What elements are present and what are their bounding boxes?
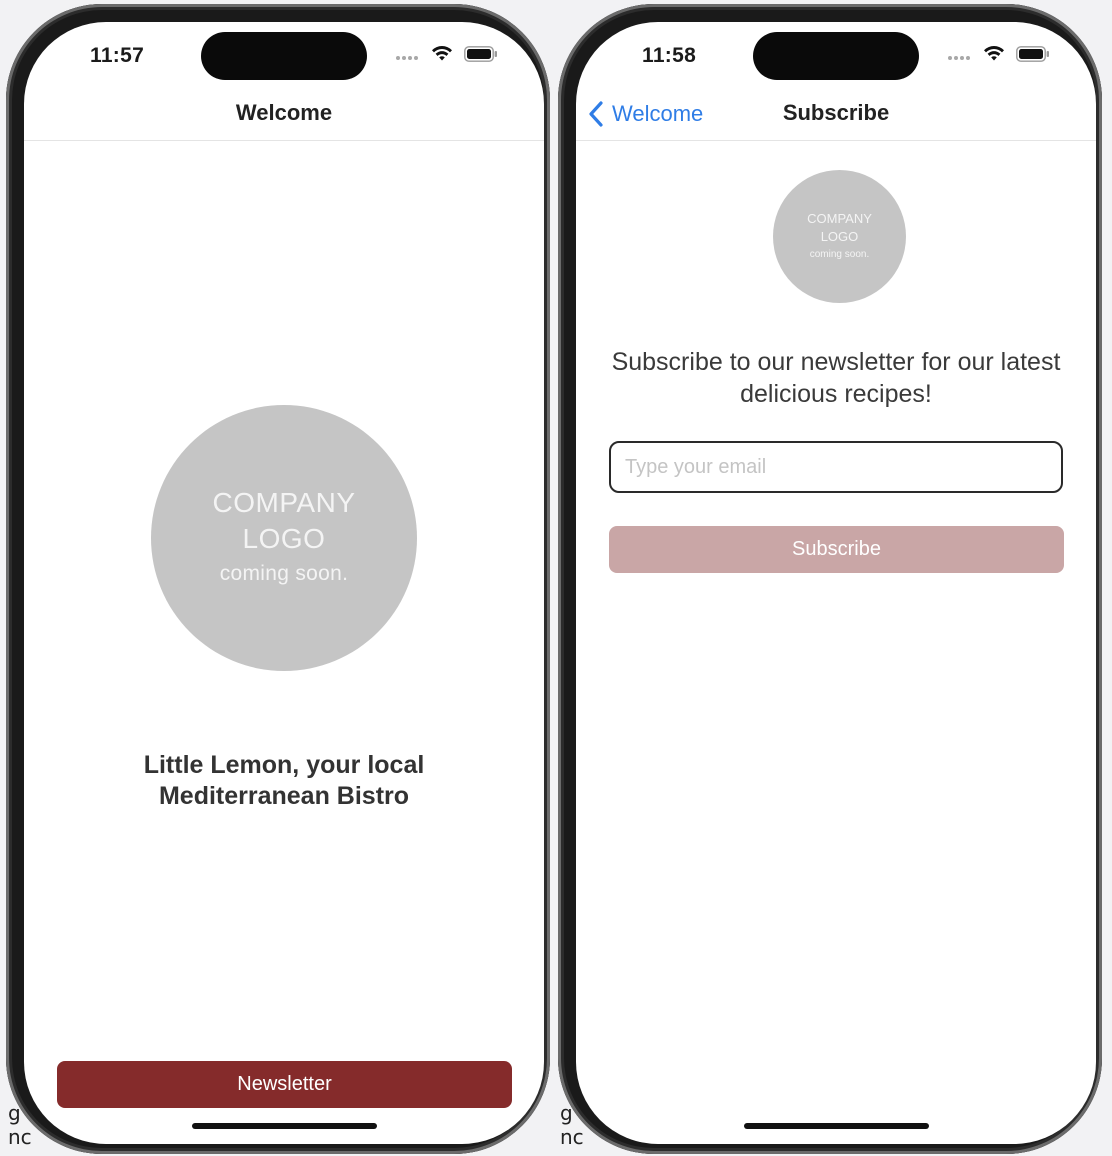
newsletter-headline: Subscribe to our newsletter for our late… xyxy=(611,348,1061,408)
home-indicator xyxy=(744,1123,929,1129)
subscribe-screen: 11:58 Welcome Subscribe COMPANY LOGO com… xyxy=(576,22,1096,1144)
background-text-fragment: g xyxy=(8,1101,21,1125)
dynamic-island xyxy=(201,32,367,80)
background-text-fragment: g xyxy=(560,1101,573,1125)
phone-frame-subscribe: 11:58 Welcome Subscribe COMPANY LOGO com… xyxy=(558,4,1102,1154)
background-text-fragment: nc xyxy=(560,1125,584,1149)
logo-line-2: LOGO xyxy=(820,228,859,244)
home-indicator xyxy=(192,1123,377,1129)
dynamic-island xyxy=(753,32,919,80)
battery-icon xyxy=(1016,46,1049,62)
status-bar: 11:58 xyxy=(576,22,1096,102)
welcome-screen: 11:57 Welcome COMPANY LOGO coming soon. … xyxy=(24,22,544,1144)
email-field[interactable] xyxy=(609,441,1063,493)
logo-line-3: coming soon. xyxy=(809,248,870,260)
nav-title: Subscribe xyxy=(782,100,890,125)
phone-frame-welcome: 11:57 Welcome COMPANY LOGO coming soon. … xyxy=(6,4,550,1154)
cellular-signal-icon xyxy=(396,52,422,60)
subscribe-button[interactable]: Subscribe xyxy=(609,526,1064,573)
newsletter-button[interactable]: Newsletter xyxy=(57,1061,512,1108)
status-time: 11:57 xyxy=(90,44,145,67)
background-text-fragment: nc xyxy=(8,1125,32,1149)
tagline-text: Little Lemon, your local Mediterranean B… xyxy=(143,751,425,810)
logo-line-3: coming soon. xyxy=(219,562,349,585)
battery-icon xyxy=(464,46,497,62)
status-bar: 11:57 xyxy=(24,22,544,102)
cellular-signal-icon xyxy=(948,52,974,60)
screenshot-stage: 11:57 Welcome COMPANY LOGO coming soon. … xyxy=(0,0,1112,1156)
logo-line-1: COMPANY xyxy=(807,210,872,226)
status-time: 11:58 xyxy=(642,44,697,67)
navigation-bar: Welcome Subscribe xyxy=(576,94,1096,141)
logo-line-1: COMPANY xyxy=(212,487,356,518)
navigation-bar: Welcome xyxy=(24,94,544,141)
company-logo-placeholder: COMPANY LOGO coming soon. xyxy=(773,170,906,303)
wifi-icon xyxy=(984,45,1004,61)
company-logo-placeholder: COMPANY LOGO coming soon. xyxy=(151,405,417,671)
nav-title: Welcome xyxy=(235,100,333,125)
wifi-icon xyxy=(432,45,452,61)
logo-line-2: LOGO xyxy=(242,523,326,554)
